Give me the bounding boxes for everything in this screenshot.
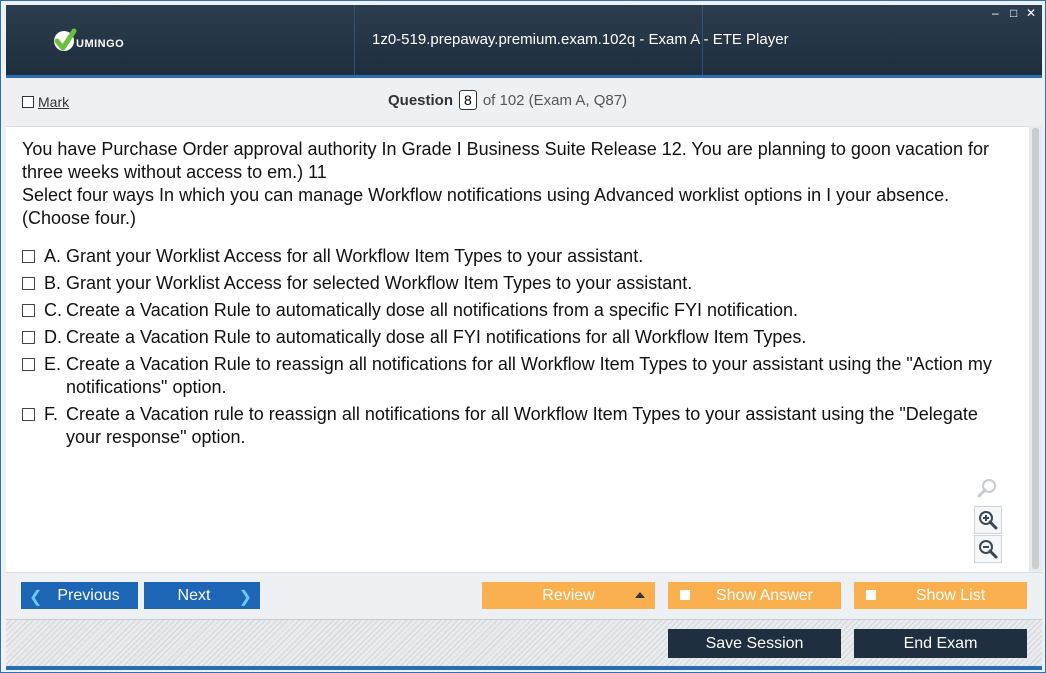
mark-checkbox-box[interactable] [22,96,34,108]
logo-text: UMINGO [76,38,125,50]
option-text: Grant your Worklist Access for all Workf… [66,246,644,266]
show-answer-button[interactable]: Show Answer [668,582,841,609]
option-letter: F. [44,404,59,424]
scrollbar-thumb[interactable] [1032,128,1039,569]
question-navigator: Question 8 of 102 (Exam A, Q87) [388,90,627,110]
maximize-icon[interactable]: □ [1010,7,1017,19]
zoom-out-icon[interactable] [974,535,1002,563]
option-text: Grant your Worklist Access for selected … [66,273,693,293]
show-list-checkbox[interactable] [866,590,876,600]
minimize-icon[interactable]: – [992,7,999,19]
review-label: Review [542,586,595,604]
search-icon[interactable] [974,475,1000,501]
answer-option-d[interactable]: D. Create a Vacation Rule to automatical… [22,326,1012,349]
answer-option-c[interactable]: C. Create a Vacation Rule to automatical… [22,299,1012,322]
triangle-up-icon [635,592,645,598]
option-letter: A. [44,246,62,266]
end-exam-button[interactable]: End Exam [854,629,1027,658]
question-panel: You have Purchase Order approval authori… [6,126,1029,572]
mark-checkbox[interactable]: Mark [22,94,69,110]
next-label: Next [177,586,211,604]
question-toolbar: Mark Question 8 of 102 (Exam A, Q87) [6,78,1042,124]
review-button[interactable]: Review [482,582,655,609]
zoom-in-icon[interactable] [974,506,1002,534]
question-of-label: of 102 (Exam A, Q87) [482,91,628,109]
option-checkbox[interactable] [22,331,35,344]
question-paragraph: Select four ways In which you can manage… [22,185,950,228]
answer-option-a[interactable]: A. Grant your Worklist Access for all Wo… [22,245,1012,268]
option-letter: D. [44,327,62,347]
answer-options: A. Grant your Worklist Access for all Wo… [22,245,1012,453]
bottom-accent-line [6,666,1042,670]
title-separator [354,5,355,75]
question-text: You have Purchase Order approval authori… [22,138,1012,230]
save-session-button[interactable]: Save Session [668,629,841,658]
navigation-bar: ❮ Previous Next ❯ Review Show Answer Sho… [6,572,1042,619]
vertical-scrollbar[interactable] [1029,126,1042,571]
show-list-button[interactable]: Show List [854,582,1027,609]
option-text: Create a Vacation Rule to reassign all n… [66,354,992,397]
option-letter: C. [44,300,62,320]
question-paragraph: You have Purchase Order approval authori… [22,139,989,182]
option-text: Create a Vacation Rule to automatically … [66,327,807,347]
option-letter: E. [44,354,62,374]
app-window: UMINGO 1z0-519.prepaway.premium.exam.102… [0,0,1046,673]
next-button[interactable]: Next ❯ [144,582,260,609]
show-answer-checkbox[interactable] [680,590,690,600]
show-list-label: Show List [915,586,986,604]
option-checkbox[interactable] [22,408,35,421]
answer-option-e[interactable]: E. Create a Vacation Rule to reassign al… [22,353,1012,399]
option-text: Create a Vacation rule to reassign all n… [66,404,978,447]
chevron-left-icon: ❮ [29,589,43,606]
option-letter: B. [44,273,62,293]
window-title: 1z0-519.prepaway.premium.exam.102q - Exa… [372,31,789,48]
question-number-input[interactable]: 8 [459,90,477,110]
answer-option-f[interactable]: F. Create a Vacation rule to reassign al… [22,403,1012,449]
option-text: Create a Vacation Rule to automatically … [66,300,799,320]
answer-option-b[interactable]: B. Grant your Worklist Access for select… [22,272,1012,295]
title-bar: UMINGO 1z0-519.prepaway.premium.exam.102… [6,5,1042,78]
previous-button[interactable]: ❮ Previous [21,582,138,609]
mark-label: Mark [38,94,70,110]
question-label: Question [388,91,454,109]
close-icon[interactable]: ✕ [1026,7,1036,19]
session-bar: Save Session End Exam [6,619,1042,667]
option-checkbox[interactable] [22,304,35,317]
previous-label: Previous [57,586,120,604]
option-checkbox[interactable] [22,358,35,371]
show-answer-label: Show Answer [716,586,813,604]
option-checkbox[interactable] [22,277,35,290]
chevron-right-icon: ❯ [238,589,252,606]
option-checkbox[interactable] [22,250,35,263]
